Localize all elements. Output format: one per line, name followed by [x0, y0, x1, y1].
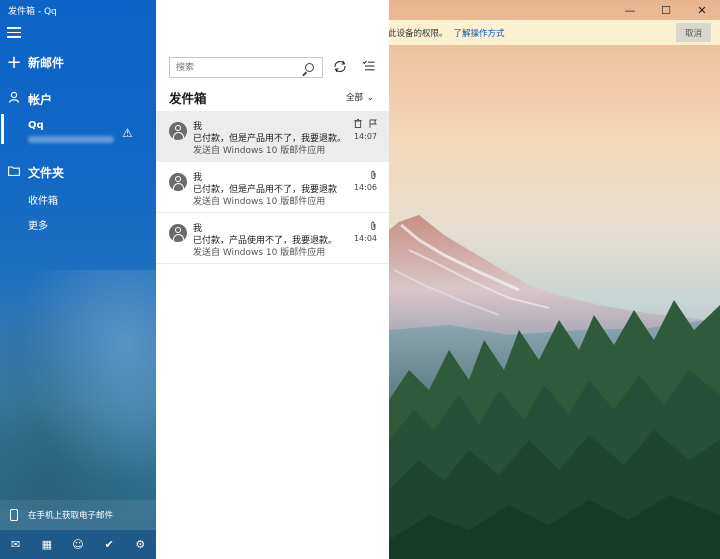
new-mail-button[interactable]: + 新邮件 [0, 51, 156, 73]
phone-icon [0, 509, 28, 521]
search-icon[interactable] [298, 58, 320, 77]
filter-label: 全部 [346, 93, 364, 103]
avatar [169, 173, 187, 191]
selection-mode-icon[interactable] [362, 60, 375, 75]
message-preview: 发送自 Windows 10 版邮件应用 [193, 197, 326, 207]
avatar [169, 224, 187, 242]
sync-icon[interactable] [333, 60, 347, 76]
maximize-button[interactable]: ☐ [648, 0, 684, 20]
get-mail-on-phone-button[interactable]: 在手机上获取电子邮件 [0, 500, 156, 530]
message-item[interactable]: 我 已付款，但是产品用不了，我要退款。 发送自 Windows 10 版邮件应用… [156, 111, 389, 162]
avatar [169, 122, 187, 140]
account-item-qq[interactable]: Qq ⚠ [0, 114, 156, 150]
search-input[interactable] [170, 58, 298, 77]
folder-icon [0, 165, 28, 180]
message-item[interactable]: 我 已付款，产品使用不了，我要退款。 发送自 Windows 10 版邮件应用 … [156, 213, 389, 264]
folder-title: 发件箱 [169, 91, 207, 106]
hamburger-icon[interactable] [7, 27, 21, 39]
mail-icon[interactable]: ✉ [6, 538, 26, 551]
message-item[interactable]: 我 已付款，但是产品用不了，我要退款 发送自 Windows 10 版邮件应用 … [156, 162, 389, 213]
folders-label: 文件夹 [28, 165, 65, 180]
navigation-sidebar: 发件箱 - Qq + 新邮件 帐户 Qq ⚠ 文件夹 收件箱 更多 在手机上获取… [0, 0, 156, 559]
redacted-email [28, 136, 114, 143]
bottom-nav-bar: ✉ ▦ ☺ ✔ ⚙ [0, 530, 156, 559]
message-actions [350, 118, 377, 131]
person-icon [0, 91, 28, 107]
get-mail-on-phone-label: 在手机上获取电子邮件 [28, 511, 114, 521]
selection-indicator [1, 114, 4, 144]
chevron-down-icon: ⌄ [367, 93, 374, 102]
learn-how-link[interactable]: 了解操作方式 [453, 27, 504, 39]
close-button[interactable]: ✕ [684, 0, 720, 20]
sidebar-background-blur [0, 270, 156, 510]
mountain-landscape-image [389, 215, 720, 559]
delete-icon[interactable] [354, 118, 365, 131]
message-time: 14:07 [353, 132, 377, 141]
flag-icon[interactable] [369, 119, 377, 131]
new-mail-label: 新邮件 [28, 55, 65, 70]
minimize-button[interactable]: — [612, 0, 648, 20]
message-preview: 发送自 Windows 10 版邮件应用 [193, 248, 326, 258]
reading-pane-background [389, 0, 720, 559]
plus-icon: + [6, 51, 22, 73]
people-icon[interactable]: ☺ [68, 538, 88, 551]
message-time: 14:06 [353, 183, 377, 192]
warning-icon: ⚠ [122, 126, 133, 140]
search-box [169, 57, 323, 78]
todo-icon[interactable]: ✔ [99, 538, 119, 551]
message-status-icons [366, 221, 377, 234]
filter-dropdown[interactable]: 全部 ⌄ [346, 91, 374, 103]
calendar-icon[interactable]: ▦ [37, 538, 57, 551]
message-status-icons [366, 170, 377, 183]
folder-more[interactable]: 更多 [28, 217, 48, 232]
settings-icon[interactable]: ⚙ [130, 538, 150, 551]
folder-inbox[interactable]: 收件箱 [28, 192, 58, 207]
accounts-header[interactable]: 帐户 [0, 89, 156, 109]
attachment-icon [370, 170, 377, 183]
message-time: 14:04 [353, 234, 377, 243]
cancel-button[interactable]: 取消 [676, 23, 711, 42]
message-list-pane: 发件箱 全部⌄ 我 已付款，但是产品用不了，我要退款。 发送自 Windows … [156, 0, 389, 559]
account-name: Qq [28, 120, 44, 131]
attachment-icon [370, 221, 377, 234]
folders-header[interactable]: 文件夹 [0, 162, 156, 182]
message-preview: 发送自 Windows 10 版邮件应用 [193, 146, 326, 156]
accounts-label: 帐户 [28, 92, 53, 107]
window-title: 发件箱 - Qq [8, 7, 57, 17]
